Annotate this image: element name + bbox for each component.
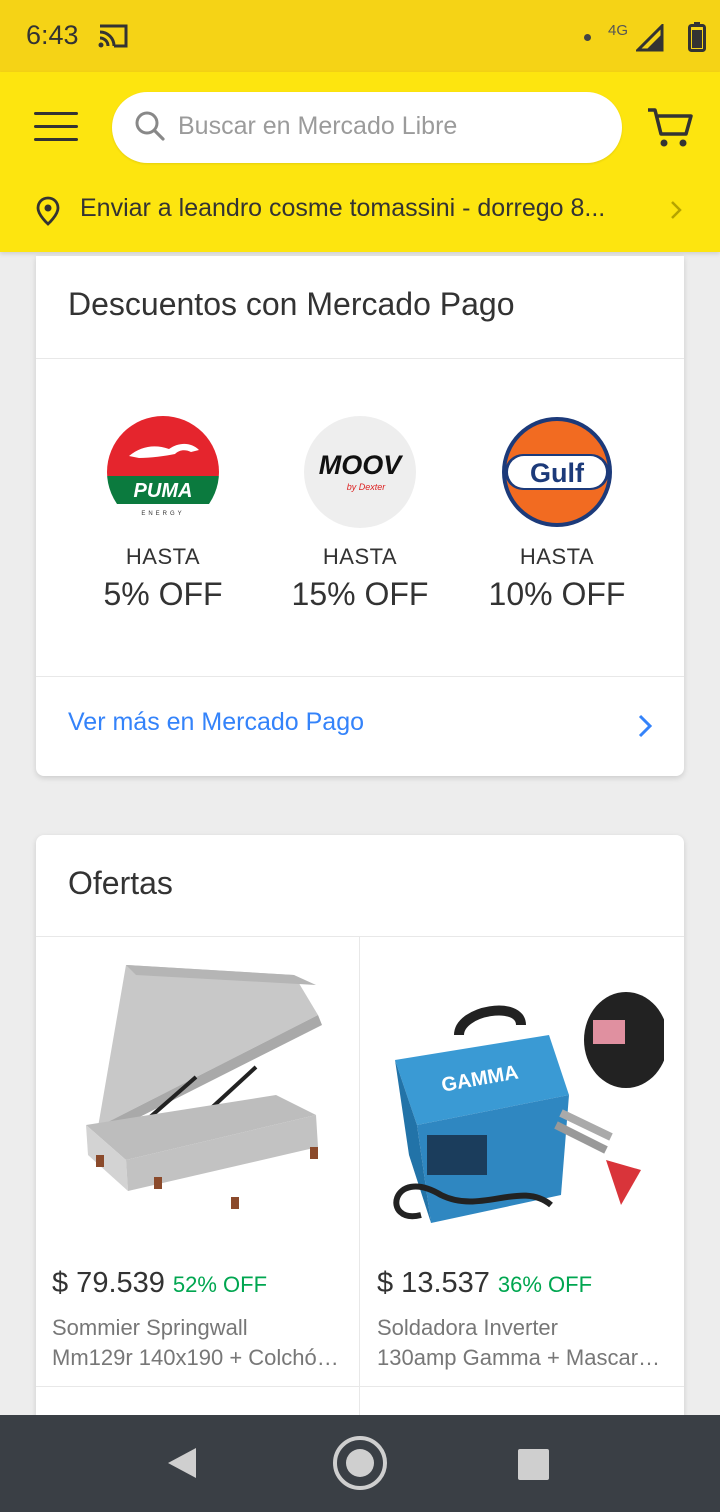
search-input[interactable]: Buscar en Mercado Libre: [112, 92, 622, 163]
shipping-location[interactable]: Enviar a leandro cosme tomassini - dorre…: [0, 190, 720, 230]
discount-badge: 52% OFF: [172, 1272, 268, 1297]
product-title-line: Mm129r 140x190 + Colchón...: [52, 1345, 342, 1370]
discounts-card: Descuentos con Mercado Pago PUMA ENERGY …: [36, 256, 684, 776]
notification-dot: [584, 34, 591, 41]
brand-prefix: HASTA: [125, 544, 201, 569]
chevron-right-icon[interactable]: [636, 713, 654, 739]
divider: [36, 676, 684, 677]
divider: [36, 358, 684, 359]
puma-logo: PUMA ENERGY: [107, 416, 219, 528]
price: $ 13.537: [377, 1267, 490, 1299]
offers-card: Ofertas $ 79.539 52% OFF Sommier Springwa…: [36, 835, 684, 1435]
price: $ 79.539: [52, 1267, 165, 1299]
chevron-right-icon: [671, 201, 682, 219]
menu-icon[interactable]: [34, 112, 78, 144]
signal-icon: [636, 24, 664, 52]
location-pin-icon: [36, 196, 60, 226]
recents-icon[interactable]: [518, 1449, 549, 1480]
moov-logo: MOOV by Dexter: [304, 416, 416, 528]
product-image-sommier: [86, 965, 322, 1209]
cast-icon: [98, 24, 128, 48]
svg-text:Gulf: Gulf: [530, 458, 585, 488]
battery-icon: [688, 22, 706, 52]
price-row: $ 79.539 52% OFF: [52, 1267, 267, 1300]
system-nav-bar: [0, 1415, 720, 1512]
brand-puma[interactable]: PUMA ENERGY HASTA 5% OFF: [65, 416, 261, 613]
brand-prefix: HASTA: [519, 544, 595, 569]
divider: [359, 937, 360, 1435]
search-icon: [135, 111, 165, 141]
back-icon[interactable]: [166, 1446, 198, 1480]
svg-text:MOOV: MOOV: [319, 450, 403, 480]
cart-icon[interactable]: [646, 106, 694, 150]
svg-text:ENERGY: ENERGY: [141, 511, 184, 517]
product-card[interactable]: GAMMA $ 13.537 36% OFF Soldadora Inverter…: [361, 937, 684, 1387]
product-title-line: 130amp Gamma + Mascara...: [377, 1345, 667, 1370]
brand-discount: 10% OFF: [488, 576, 626, 612]
brand-gulf[interactable]: Gulf HASTA 10% OFF: [459, 416, 655, 613]
brand-prefix: HASTA: [322, 544, 398, 569]
product-title-line: Sommier Springwall: [52, 1315, 248, 1340]
status-bar: 6:43 4G: [0, 0, 720, 72]
product-title-line: Soldadora Inverter: [377, 1315, 558, 1340]
status-time: 6:43: [26, 20, 79, 50]
svg-text:PUMA: PUMA: [134, 480, 193, 502]
discount-badge: 36% OFF: [497, 1272, 593, 1297]
search-placeholder: Buscar en Mercado Libre: [178, 112, 458, 140]
product-title: Sommier Springwall Mm129r 140x190 + Colc…: [52, 1313, 342, 1373]
gulf-logo: Gulf: [501, 416, 613, 528]
product-image-welder: GAMMA: [393, 992, 664, 1223]
offers-title: Ofertas: [68, 865, 173, 901]
divider: [36, 1386, 684, 1387]
svg-text:by Dexter: by Dexter: [347, 482, 387, 492]
product-card[interactable]: $ 79.539 52% OFF Sommier Springwall Mm129…: [36, 937, 359, 1387]
network-type: 4G: [608, 22, 629, 39]
more-mercado-pago-link[interactable]: Ver más en Mercado Pago: [68, 708, 364, 737]
location-text: Enviar a leandro cosme tomassini - dorre…: [80, 194, 606, 222]
brand-discount: 15% OFF: [291, 576, 429, 612]
brand-moov[interactable]: MOOV by Dexter HASTA 15% OFF: [262, 416, 458, 613]
home-icon[interactable]: [332, 1435, 388, 1491]
discounts-title: Descuentos con Mercado Pago: [68, 286, 515, 322]
product-title: Soldadora Inverter 130amp Gamma + Mascar…: [377, 1313, 667, 1373]
price-row: $ 13.537 36% OFF: [377, 1267, 592, 1300]
header: Buscar en Mercado Libre Enviar a leandro…: [0, 72, 720, 252]
brand-discount: 5% OFF: [103, 576, 223, 612]
